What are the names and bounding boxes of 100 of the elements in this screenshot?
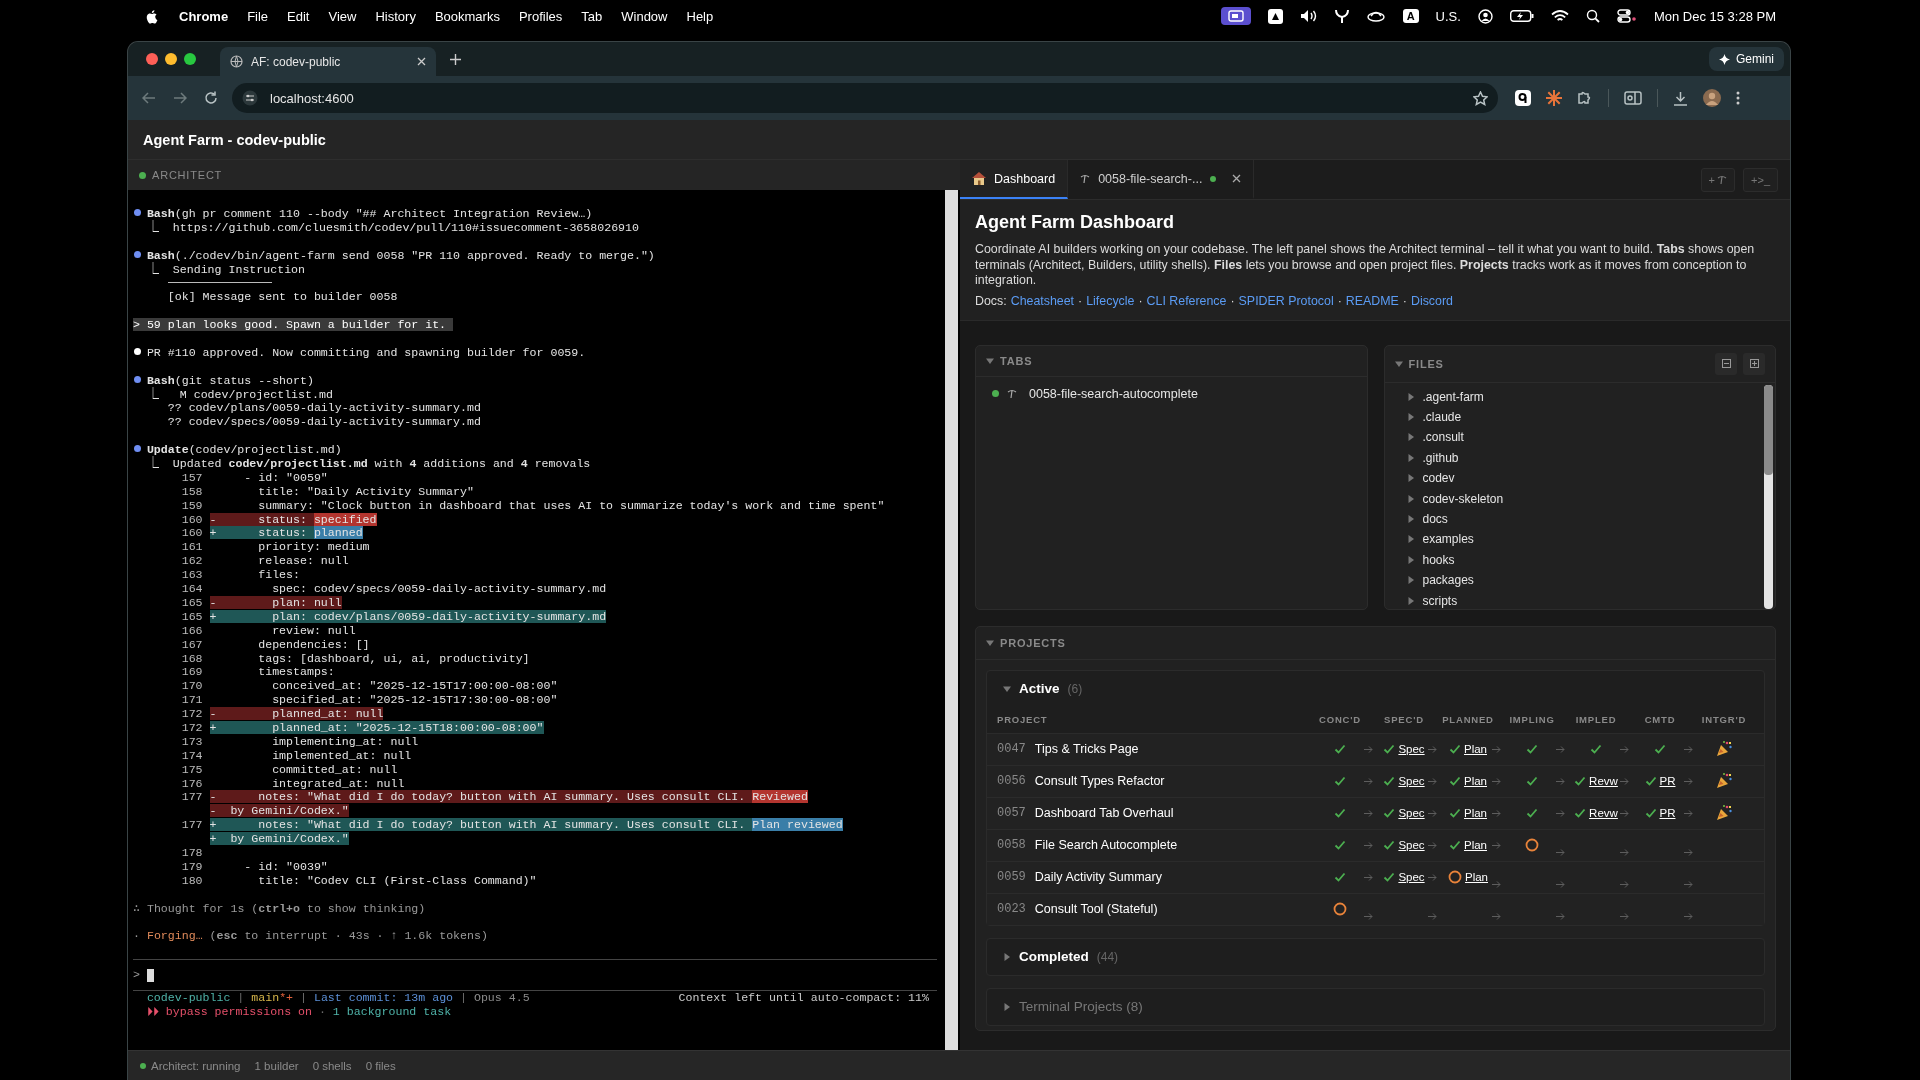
folder-item[interactable]: .consult [1422,430,1464,445]
caret-icon[interactable] [1406,392,1415,401]
folder-item[interactable]: .agent-farm [1422,389,1484,404]
battery-icon[interactable] [1509,10,1534,22]
caret-icon[interactable] [1003,952,1011,961]
folder-item[interactable]: .claude [1422,410,1462,425]
group-title[interactable]: Completed [1019,949,1089,964]
project-title[interactable]: Daily Activity Summary [1034,870,1162,884]
collapse-all-button[interactable] [1715,352,1737,375]
app-icon[interactable] [1267,8,1283,24]
caret-icon[interactable] [1003,1002,1011,1011]
stage-link[interactable]: Revw [1589,807,1618,819]
close-window-icon[interactable] [146,53,158,65]
tab-list-item[interactable]: 0058-file-search-autocomplete [1029,386,1198,401]
caret-icon[interactable] [1406,555,1415,564]
app-menu[interactable]: Chrome [179,8,229,24]
fork-icon[interactable] [1334,8,1349,24]
caret-icon[interactable] [1406,474,1415,483]
caret-icon[interactable] [1406,494,1415,503]
doc-link[interactable]: Lifecycle [1086,293,1135,308]
stage-link[interactable]: Revw [1589,775,1618,787]
caret-icon[interactable] [1406,453,1415,462]
reload-icon[interactable] [204,91,218,105]
zoom-window-icon[interactable] [184,53,196,65]
new-tab-button[interactable]: +>_ [1743,167,1778,192]
back-icon[interactable] [142,92,156,104]
doc-link[interactable]: README [1345,293,1399,308]
close-icon[interactable] [1232,174,1242,183]
stage-link[interactable]: Spec [1398,871,1425,883]
dashboard-tab[interactable]: Dashboard [960,160,1069,199]
project-title[interactable]: File Search Autocomplete [1034,838,1178,852]
clock[interactable]: Mon Dec 15 3:28 PM [1653,8,1776,24]
scrollbar[interactable] [1764,384,1773,609]
caret-icon[interactable] [986,356,994,365]
menu-item[interactable]: Tab [581,8,603,24]
stage-link[interactable]: PR [1659,775,1676,787]
star-icon[interactable] [1473,90,1488,106]
site-info-icon[interactable] [242,90,258,106]
folder-item[interactable]: codev [1422,471,1455,486]
folder-item[interactable]: codev-skeleton [1422,491,1504,506]
folder-item[interactable]: scripts [1422,593,1458,608]
folder-item[interactable]: packages [1422,573,1474,588]
menu-item[interactable]: History [375,8,416,24]
stage-link[interactable]: Spec [1398,807,1425,819]
menu-item[interactable]: Bookmarks [434,8,500,24]
caret-icon[interactable] [1003,684,1011,693]
caret-icon[interactable] [1406,413,1415,422]
caret-icon[interactable] [1406,535,1415,544]
puzzle-icon[interactable] [1577,90,1593,106]
group-title[interactable]: Active [1019,681,1060,696]
menu-item[interactable]: Help [686,8,714,24]
screen-mirroring-icon[interactable] [1220,7,1251,25]
stage-link[interactable]: Spec [1398,839,1425,851]
group-title[interactable]: Terminal Projects (8) [1019,999,1143,1014]
folder-item[interactable]: docs [1422,512,1448,527]
stage-link[interactable]: Spec [1398,743,1425,755]
close-icon[interactable] [417,57,426,66]
new-tab-icon[interactable] [450,53,461,65]
input-source-badge[interactable]: A [1402,9,1419,23]
more-menu-icon[interactable] [1736,91,1740,105]
dashboard-tab[interactable]: 0058-file-search-... [1068,160,1255,199]
menu-item[interactable]: View [328,8,357,24]
caret-icon[interactable] [1406,596,1415,605]
project-title[interactable]: Consult Types Refactor [1034,774,1165,788]
stage-link[interactable]: Plan [1465,871,1488,883]
menu-item[interactable]: Profiles [518,8,563,24]
apple-icon[interactable] [144,7,160,25]
forward-icon[interactable] [173,92,187,104]
folder-item[interactable]: .github [1422,450,1459,465]
stage-link[interactable]: Plan [1464,807,1487,819]
doc-link[interactable]: Discord [1410,293,1453,308]
sparkle-burst-icon[interactable] [1546,90,1562,106]
volume-icon[interactable] [1299,9,1318,23]
folder-item[interactable]: hooks [1422,552,1455,567]
user-icon[interactable] [1477,8,1493,24]
doc-link[interactable]: CLI Reference [1146,293,1227,308]
project-title[interactable]: Tips & Tricks Page [1034,742,1139,756]
stage-link[interactable]: Plan [1464,775,1487,787]
caret-icon[interactable] [1394,359,1403,368]
caret-icon[interactable] [1406,576,1415,585]
browser-tab[interactable]: AF: codev-public [220,47,436,76]
search-icon[interactable] [1585,9,1600,23]
folder-item[interactable]: examples [1422,532,1474,547]
gemini-button[interactable]: Gemini [1709,47,1784,71]
project-title[interactable]: Consult Tool (Stateful) [1034,902,1158,916]
stage-link[interactable]: PR [1659,807,1676,819]
input-source[interactable]: U.S. [1435,8,1461,24]
wifi-icon[interactable] [1550,9,1569,23]
menu-item[interactable]: Window [621,8,668,24]
control-center-icon[interactable] [1616,9,1637,23]
minimize-window-icon[interactable] [165,53,177,65]
menu-item[interactable]: File [247,8,269,24]
caret-icon[interactable] [986,638,994,647]
expand-all-button[interactable] [1743,352,1765,375]
menu-item[interactable]: Edit [287,8,310,24]
caret-icon[interactable] [1406,515,1415,524]
stage-link[interactable]: Plan [1464,743,1487,755]
scrollbar[interactable] [945,190,958,1050]
caret-icon[interactable] [1406,433,1415,442]
new-tab-button[interactable]: + [1700,167,1736,192]
